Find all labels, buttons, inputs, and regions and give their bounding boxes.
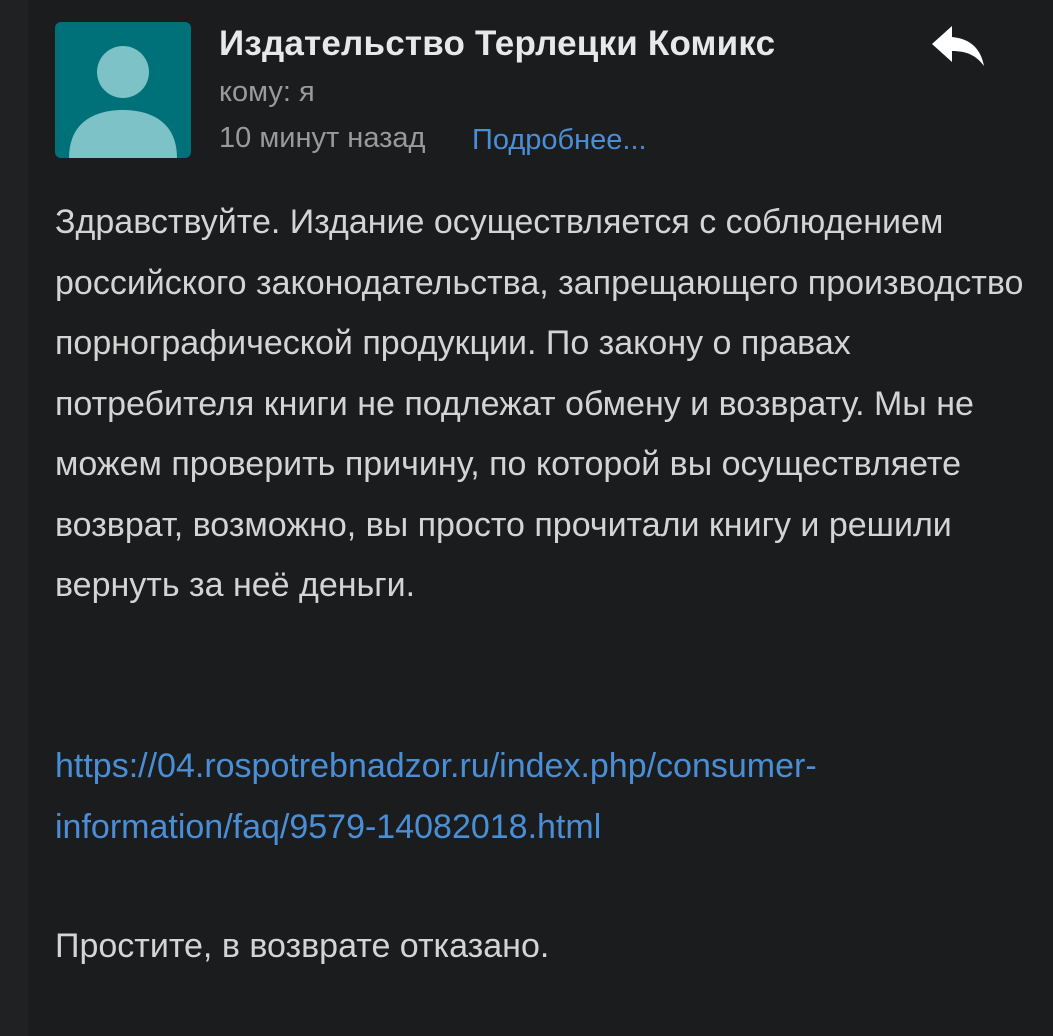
- sender-name: Издательство Терлецки Комикс: [219, 24, 776, 63]
- reply-arrow-icon: [932, 26, 984, 66]
- email-body-link[interactable]: https://04.rospotrebnadzor.ru/index.php/…: [55, 736, 955, 857]
- details-link[interactable]: Подробнее...: [472, 124, 647, 157]
- left-edge-strip: [0, 0, 28, 1036]
- email-closing-line: Простите, в возврате отказано.: [55, 927, 550, 965]
- sender-avatar[interactable]: [55, 22, 191, 158]
- reply-button[interactable]: [928, 20, 986, 70]
- timestamp: 10 минут назад: [219, 122, 426, 154]
- recipient-label: кому: я: [219, 76, 315, 108]
- email-body-paragraph: Здравствуйте. Издание осуществляется с с…: [55, 203, 1024, 604]
- default-avatar-icon: [69, 46, 177, 158]
